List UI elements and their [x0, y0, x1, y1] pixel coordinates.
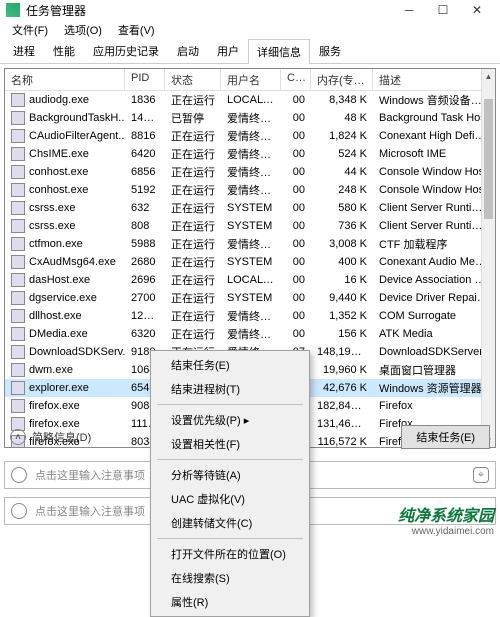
tab-0[interactable]: 进程 — [4, 38, 44, 63]
process-icon — [11, 309, 25, 323]
tab-3[interactable]: 启动 — [168, 38, 208, 63]
minimize-button[interactable]: ─ — [392, 0, 426, 20]
col-pid[interactable]: PID — [125, 69, 165, 90]
search-icon — [11, 467, 27, 483]
table-row[interactable]: dgservice.exe2700正在运行SYSTEM009,440 KDevi… — [5, 289, 495, 307]
scroll-up-icon[interactable]: ▲ — [482, 69, 495, 83]
col-cpu[interactable]: CPU — [281, 69, 311, 90]
close-button[interactable]: ✕ — [460, 0, 494, 20]
table-row[interactable]: csrss.exe808正在运行SYSTEM00736 KClient Serv… — [5, 217, 495, 235]
menu-item[interactable]: 创建转储文件(C) — [151, 511, 309, 535]
process-icon — [11, 381, 25, 395]
process-icon — [11, 327, 25, 341]
location-icon: ⌖ — [473, 467, 489, 483]
context-menu: 结束任务(E)结束进程树(T) 设置优先级(P) ▸设置相关性(F) 分析等待链(A… — [150, 350, 310, 617]
grid-header: 名称 PID 状态 用户名 CPU 内存(专用... 描述 — [5, 69, 495, 91]
process-icon — [11, 165, 25, 179]
app-icon — [6, 3, 20, 17]
chevron-up-icon: ˄ — [10, 429, 26, 445]
table-row[interactable]: audiodg.exe1836正在运行LOCAL SE...008,348 KW… — [5, 91, 495, 109]
table-row[interactable]: CxAudMsg64.exe2680正在运行SYSTEM00400 KConex… — [5, 253, 495, 271]
process-icon — [11, 129, 25, 143]
table-row[interactable]: CAudioFilterAgent...8816正在运行爱情终究...001,8… — [5, 127, 495, 145]
tabbar: 进程性能应用历史记录启动用户详细信息服务 — [0, 40, 500, 64]
menu-item[interactable]: 结束进程树(T) — [151, 377, 309, 401]
vertical-scrollbar[interactable]: ▲ ▼ — [481, 69, 495, 447]
maximize-button[interactable]: ☐ — [426, 0, 460, 20]
table-row[interactable]: conhost.exe5192正在运行爱情终究...00248 KConsole… — [5, 181, 495, 199]
window-title: 任务管理器 — [26, 2, 392, 19]
tab-2[interactable]: 应用历史记录 — [84, 38, 168, 63]
process-icon — [11, 399, 25, 413]
process-icon — [11, 363, 25, 377]
menu-options[interactable]: 选项(O) — [56, 20, 110, 40]
process-icon — [11, 345, 25, 359]
col-status[interactable]: 状态 — [165, 69, 221, 90]
process-icon — [11, 219, 25, 233]
process-icon — [11, 201, 25, 215]
tab-6[interactable]: 服务 — [310, 38, 350, 63]
process-icon — [11, 255, 25, 269]
table-row[interactable]: ChsIME.exe6420正在运行爱情终究...00524 KMicrosof… — [5, 145, 495, 163]
menu-item[interactable]: 结束任务(E) — [151, 353, 309, 377]
col-user[interactable]: 用户名 — [221, 69, 281, 90]
col-desc[interactable]: 描述 — [373, 69, 495, 90]
table-row[interactable]: conhost.exe6856正在运行爱情终究...0044 KConsole … — [5, 163, 495, 181]
tab-5[interactable]: 详细信息 — [248, 39, 310, 64]
titlebar: 任务管理器 ─ ☐ ✕ — [0, 0, 500, 20]
process-icon — [11, 291, 25, 305]
table-row[interactable]: ctfmon.exe5988正在运行爱情终究...003,008 KCTF 加载… — [5, 235, 495, 253]
col-name[interactable]: 名称 — [5, 69, 125, 90]
watermark-url: www.yidaimei.com — [398, 526, 494, 537]
menu-item[interactable]: 设置相关性(F) — [151, 432, 309, 456]
table-row[interactable]: dllhost.exe12152正在运行爱情终究...001,352 KCOM … — [5, 307, 495, 325]
search-icon — [11, 503, 27, 519]
menu-item[interactable]: 打开文件所在的位置(O) — [151, 542, 309, 566]
table-row[interactable]: BackgroundTaskH...14440已暂停爱情终究...0048 KB… — [5, 109, 495, 127]
process-icon — [11, 93, 25, 107]
process-icon — [11, 273, 25, 287]
menu-item[interactable]: 分析等待链(A) — [151, 463, 309, 487]
process-icon — [11, 111, 25, 125]
process-icon — [11, 237, 25, 251]
tab-4[interactable]: 用户 — [208, 38, 248, 63]
menu-item[interactable]: 属性(R) — [151, 590, 309, 614]
scroll-thumb[interactable] — [484, 99, 493, 219]
menubar: 文件(F) 选项(O) 查看(V) — [0, 20, 500, 40]
menu-separator — [157, 404, 303, 405]
table-row[interactable]: csrss.exe632正在运行SYSTEM00580 KClient Serv… — [5, 199, 495, 217]
menu-view[interactable]: 查看(V) — [110, 20, 163, 40]
fewer-details-toggle[interactable]: ˄ 简略信息(D) — [10, 429, 91, 445]
note-placeholder: 点击这里输入注意事项 — [35, 467, 145, 483]
process-icon — [11, 183, 25, 197]
end-task-button[interactable]: 结束任务(E) — [401, 425, 490, 449]
table-row[interactable]: dasHost.exe2696正在运行LOCAL SE...0016 KDevi… — [5, 271, 495, 289]
menu-file[interactable]: 文件(F) — [4, 20, 56, 40]
fewer-details-label: 简略信息(D) — [32, 429, 91, 445]
menu-item[interactable]: UAC 虚拟化(V) — [151, 487, 309, 511]
watermark: 纯净系统家园 www.yidaimei.com — [398, 502, 494, 537]
menu-item[interactable]: 在线搜索(S) — [151, 566, 309, 590]
tab-1[interactable]: 性能 — [44, 38, 84, 63]
menu-item[interactable]: 设置优先级(P) ▸ — [151, 408, 309, 432]
col-mem[interactable]: 内存(专用... — [311, 69, 373, 90]
process-icon — [11, 147, 25, 161]
table-row[interactable]: DMedia.exe6320正在运行爱情终究...00156 KATK Medi… — [5, 325, 495, 343]
menu-separator — [157, 459, 303, 460]
note-placeholder: 点击这里输入注意事项 — [35, 503, 145, 519]
watermark-text: 纯净系统家园 — [398, 508, 494, 525]
